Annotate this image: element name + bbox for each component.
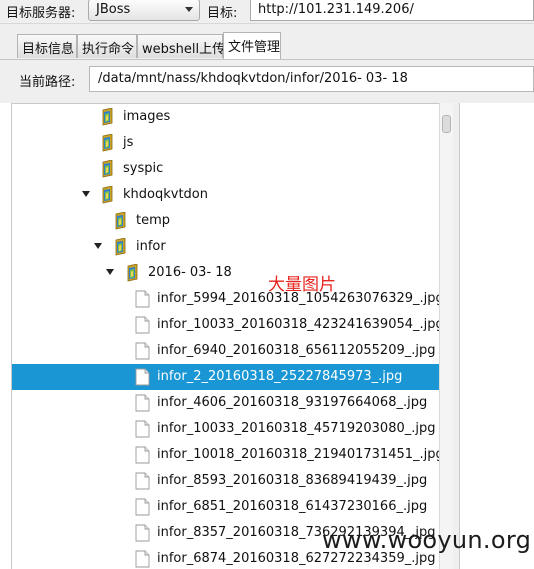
file-icon <box>134 524 151 542</box>
tree-item-label: infor <box>136 239 166 254</box>
tree-file-row[interactable]: infor_6940_20160318_656112055209_.jpg <box>12 338 439 364</box>
tree-file-row[interactable]: infor_4606_20160318_93197664068_.jpg <box>12 390 439 416</box>
target-label: 目标: <box>207 6 238 21</box>
folder-icon <box>125 263 142 282</box>
tab-webshell-upload[interactable]: webshell上传 <box>137 34 225 58</box>
tree-item-label: infor_2_20160318_25227845973_.jpg <box>157 369 403 384</box>
file-icon <box>134 550 151 568</box>
tree-item-label: infor_6851_20160318_61437230166_.jpg <box>157 499 428 514</box>
annotation-text: 大量图片 <box>268 275 336 295</box>
tab-target-info[interactable]: 目标信息 <box>17 34 77 58</box>
tree-folder-row[interactable]: infor <box>12 234 439 260</box>
panel-divider <box>453 103 460 569</box>
file-icon <box>134 394 151 412</box>
watermark-text: www.wooyun.org <box>322 526 532 554</box>
tree-item-label: infor_6940_20160318_656112055209_.jpg <box>157 343 436 358</box>
file-tree: images js syspic khdoqkvtdon temp infor 2016- … <box>11 103 439 569</box>
tree-item-label: 2016- 03- 18 <box>148 265 232 280</box>
file-icon <box>134 368 151 386</box>
top-toolbar: 目标服务器: JBoss 目标: http://101.231.149.206/ <box>0 0 534 24</box>
tree-item-label: infor_4606_20160318_93197664068_.jpg <box>157 395 428 410</box>
tree-item-label: infor_10018_20160318_219401731451_.jpg <box>157 447 439 462</box>
tree-file-row[interactable]: infor_10018_20160318_219401731451_.jpg <box>12 442 439 468</box>
tree-folder-row[interactable]: 2016- 03- 18 <box>12 260 439 286</box>
folder-icon <box>113 237 130 256</box>
folder-icon <box>100 159 117 178</box>
folder-icon <box>100 133 117 152</box>
file-icon <box>134 446 151 464</box>
server-label: 目标服务器: <box>6 6 76 21</box>
tree-file-row[interactable]: infor_6851_20160318_61437230166_.jpg <box>12 494 439 520</box>
tab-execute-command[interactable]: 执行命令 <box>77 34 137 58</box>
file-icon <box>134 472 151 490</box>
tree-folder-row[interactable]: js <box>12 130 439 156</box>
tree-item-label: images <box>123 109 171 124</box>
expand-arrow-icon[interactable] <box>106 269 114 275</box>
file-icon <box>134 316 151 334</box>
file-icon <box>134 342 151 360</box>
folder-icon <box>113 211 130 230</box>
tree-file-row[interactable]: infor_10033_20160318_423241639054_.jpg <box>12 312 439 338</box>
tree-folder-row[interactable]: syspic <box>12 156 439 182</box>
path-bar: 当前路径: /data/mnt/nass/khdoqkvtdon/infor/2… <box>0 59 534 103</box>
current-path-input[interactable]: /data/mnt/nass/khdoqkvtdon/infor/2016- 0… <box>89 66 534 92</box>
tree-item-label: js <box>123 135 134 150</box>
expand-arrow-icon[interactable] <box>82 191 90 197</box>
tree-file-row[interactable]: infor_8593_20160318_83689419439_.jpg <box>12 468 439 494</box>
tab-file-manager[interactable]: 文件管理 <box>223 32 281 59</box>
current-path-label: 当前路径: <box>19 75 76 90</box>
folder-icon <box>100 185 117 204</box>
tree-folder-row[interactable]: temp <box>12 208 439 234</box>
tree-folder-row[interactable]: khdoqkvtdon <box>12 182 439 208</box>
tab-bar: 目标信息 执行命令 webshell上传 文件管理 <box>0 24 534 59</box>
scrollbar-thumb[interactable] <box>442 115 451 133</box>
file-icon <box>134 420 151 438</box>
tree-item-label: infor_10033_20160318_423241639054_.jpg <box>157 317 439 332</box>
server-select-value: JBoss <box>96 2 131 17</box>
target-url-input[interactable]: http://101.231.149.206/ <box>250 0 534 21</box>
expand-arrow-icon[interactable] <box>94 243 102 249</box>
tree-item-label: syspic <box>123 161 164 176</box>
tree-item-label: khdoqkvtdon <box>123 187 208 202</box>
tree-file-row[interactable]: infor_10033_20160318_45719203080_.jpg <box>12 416 439 442</box>
tree-scrollbar[interactable] <box>439 103 453 569</box>
tree-folder-row[interactable]: images <box>12 104 439 130</box>
file-icon <box>134 498 151 516</box>
file-detail-panel <box>460 103 534 569</box>
tree-file-row[interactable]: infor_5994_20160318_1054263076329_.jpg <box>12 286 439 312</box>
file-icon <box>134 290 151 308</box>
tree-file-row[interactable]: infor_2_20160318_25227845973_.jpg <box>12 364 439 390</box>
server-select[interactable]: JBoss <box>88 0 200 21</box>
tree-item-label: infor_10033_20160318_45719203080_.jpg <box>157 421 436 436</box>
folder-icon <box>100 107 117 126</box>
tree-item-label: temp <box>136 213 171 228</box>
tree-item-label: infor_8593_20160318_83689419439_.jpg <box>157 473 428 488</box>
chevron-down-icon <box>185 7 193 12</box>
